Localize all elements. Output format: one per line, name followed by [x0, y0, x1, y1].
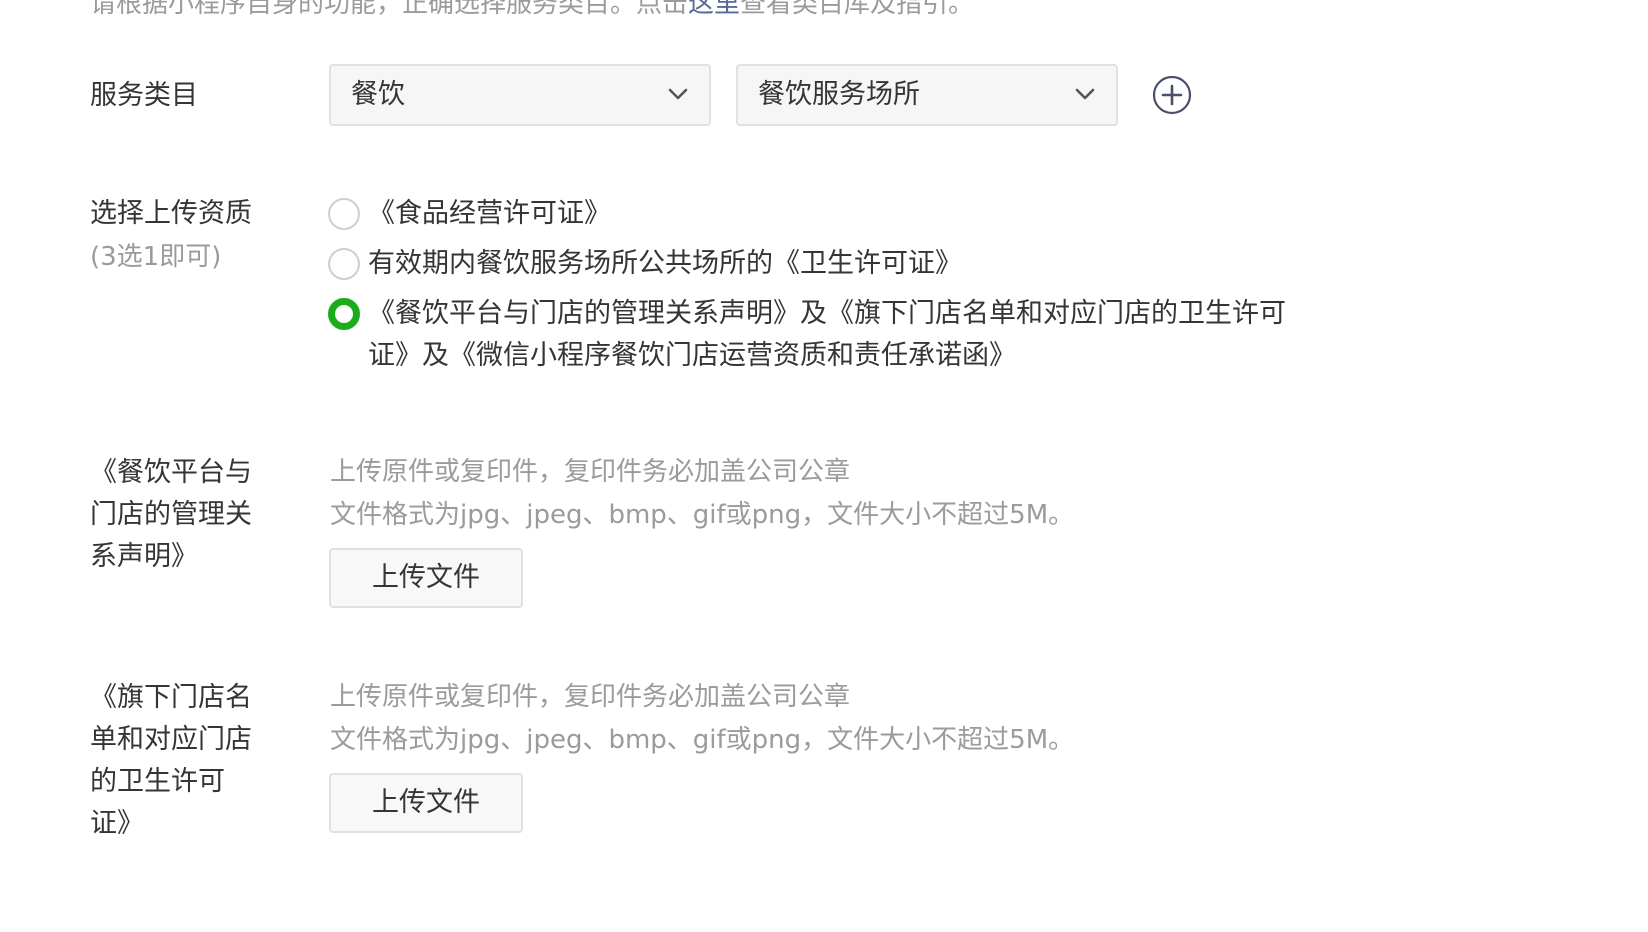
- upload-section-label: 《旗下门店名单和对应门店的卫生许可证》: [90, 682, 252, 839]
- intro-text: 请根据小程序自身的功能，正确选择服务类目。点击这里查看类目库及指引。: [90, 0, 974, 22]
- radio-unchecked-icon[interactable]: [328, 198, 360, 230]
- chevron-down-icon: [1075, 88, 1095, 100]
- primary-category-select[interactable]: 餐饮: [329, 64, 711, 126]
- upload-hint-format: 文件格式为jpg、jpeg、bmp、gif或png，文件大小不超过5M。: [330, 500, 1075, 530]
- secondary-category-select[interactable]: 餐饮服务场所: [736, 64, 1118, 126]
- qualification-option-text: 《食品经营许可证》: [368, 198, 611, 229]
- qualification-option-3[interactable]: 《餐饮平台与门店的管理关系声明》及《旗下门店名单和对应门店的卫生许可证》及《微信…: [328, 293, 1288, 377]
- upload-hint-original: 上传原件或复印件，复印件务必加盖公司公章: [330, 682, 851, 712]
- intro-text-after: 查看类目库及指引。: [740, 0, 975, 19]
- upload-section-label: 《餐饮平台与门店的管理关系声明》: [90, 457, 252, 572]
- qualification-sublabel: (3选1即可): [90, 242, 222, 272]
- upload-hint-original: 上传原件或复印件，复印件务必加盖公司公章: [330, 457, 851, 487]
- qualification-option-text: 有效期内餐饮服务场所公共场所的《卫生许可证》: [368, 248, 962, 279]
- add-category-button[interactable]: [1152, 75, 1192, 115]
- qualification-option-text: 《餐饮平台与门店的管理关系声明》及《旗下门店名单和对应门店的卫生许可证》及《微信…: [368, 298, 1286, 371]
- upload-hint-format: 文件格式为jpg、jpeg、bmp、gif或png，文件大小不超过5M。: [330, 725, 1075, 755]
- primary-category-value: 餐饮: [351, 79, 405, 110]
- chevron-down-icon: [668, 88, 688, 100]
- qualification-option-2[interactable]: 有效期内餐饮服务场所公共场所的《卫生许可证》: [328, 243, 1288, 285]
- category-guide-link[interactable]: 这里: [688, 0, 740, 19]
- secondary-category-value: 餐饮服务场所: [758, 79, 920, 110]
- service-category-label: 服务类目: [90, 80, 198, 111]
- qualification-option-1[interactable]: 《食品经营许可证》: [328, 193, 1288, 235]
- upload-file-button[interactable]: 上传文件: [329, 773, 523, 833]
- intro-text-before: 请根据小程序自身的功能，正确选择服务类目。点击: [90, 0, 689, 19]
- radio-unchecked-icon[interactable]: [328, 248, 360, 280]
- radio-checked-icon[interactable]: [328, 298, 360, 330]
- upload-file-button[interactable]: 上传文件: [329, 548, 523, 608]
- qualification-label: 选择上传资质: [90, 198, 252, 229]
